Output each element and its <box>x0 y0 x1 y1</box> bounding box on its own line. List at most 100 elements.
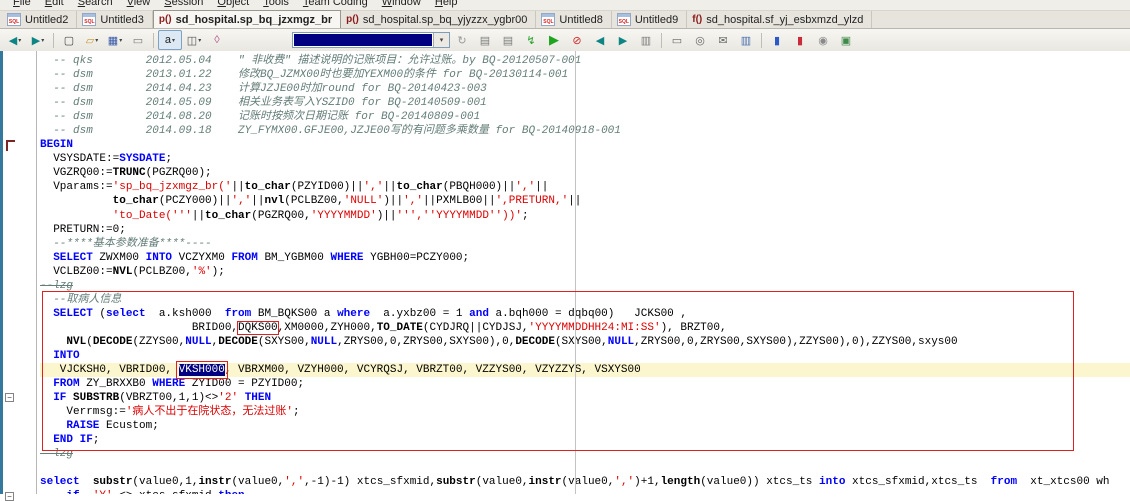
refresh-icon: ↻ <box>457 34 467 47</box>
menu-item-window[interactable]: Window <box>375 0 428 10</box>
code-token: ), BRZT00, <box>660 321 727 334</box>
printer-button[interactable]: ▭ <box>666 31 688 49</box>
code-token: <> xtcs_sfxmid <box>113 490 219 494</box>
code-token: to_char <box>244 181 291 194</box>
sql-recall-combobox[interactable]: ▾ <box>292 32 450 48</box>
tab-sd_hospital.sp_bq_yjyzzx_ygbr00[interactable]: p() sd_hospital.sp_bq_yjyzzx_ygbr00 <box>341 11 537 28</box>
team-browser-button[interactable]: ▣ <box>835 31 857 49</box>
menu-item-file[interactable]: File <box>6 0 38 10</box>
back-button[interactable]: ◀ ▾ <box>4 31 26 49</box>
tab-label: Untitled8 <box>559 13 603 26</box>
toolbar-separator <box>661 32 662 48</box>
new-file-icon: ▢ <box>63 34 75 47</box>
tab-sd_hospital.sp_bq_jzxmgz_br[interactable]: p() sd_hospital.sp_bq_jzxmgz_br <box>152 10 342 28</box>
code-token: )|| <box>376 209 397 222</box>
menu-item-tools[interactable]: Tools <box>256 0 296 10</box>
menu-item-session[interactable]: Session <box>157 0 210 10</box>
clear-button[interactable]: ◊ <box>206 31 228 49</box>
team-lock-icon: ◉ <box>818 34 828 47</box>
code-line: --取病人信息 <box>40 293 1130 307</box>
code-token: ',' <box>403 195 423 208</box>
execute-icon: ▶ <box>549 32 559 47</box>
refresh-button[interactable]: ↻ <box>451 31 473 49</box>
describe-button[interactable]: ▤ <box>474 31 496 49</box>
email-icon: ✉ <box>718 34 728 47</box>
menu-item-team-coding[interactable]: Team Coding <box>296 0 375 10</box>
dropdown-caret-icon: ▾ <box>172 37 176 44</box>
code-token: ,-1)-1) xtcs_sfxmid, <box>304 476 437 489</box>
team-checkout-button[interactable]: ▮ <box>766 31 788 49</box>
code-token: VJCKSH0, VBRID00, <box>40 364 179 377</box>
forward-icon: ▶ <box>31 34 41 47</box>
save-button[interactable]: ▦ ▾ <box>104 31 126 49</box>
code-token: (PBQH000)|| <box>442 181 516 194</box>
tab-untitled3[interactable]: SQL Untitled3 <box>77 11 153 28</box>
code-line: Verrmsg:='病人不出于在院状态，无法过账'; <box>40 405 1130 419</box>
tab-label: Untitled9 <box>634 13 679 26</box>
code-token: ; <box>92 434 100 447</box>
menu-item-view[interactable]: View <box>120 0 158 10</box>
stop-button[interactable]: ⊘ <box>566 31 588 49</box>
dropdown-caret-icon: ▾ <box>95 37 99 44</box>
code-token: INTO <box>145 251 173 264</box>
team-lock-button[interactable]: ◉ <box>812 31 834 49</box>
tab-untitled8[interactable]: SQL Untitled8 <box>536 11 612 28</box>
execute-button[interactable]: ▶ <box>543 31 565 49</box>
print-preview-button[interactable]: ◎ <box>689 31 711 49</box>
code-token: ( <box>86 335 93 348</box>
highlight-toggle-button[interactable]: a ▾ <box>158 30 182 50</box>
new-file-button[interactable]: ▢ <box>58 31 80 49</box>
window-layout-button[interactable]: ◫ ▾ <box>183 31 205 49</box>
code-token: (SXYS00, <box>257 335 311 348</box>
menu-item-help[interactable]: Help <box>428 0 465 10</box>
email-button[interactable]: ✉ <box>712 31 734 49</box>
code-line: BEGIN <box>40 138 1130 152</box>
menu-item-edit[interactable]: Edit <box>38 0 71 10</box>
combobox-selected-text <box>294 34 432 46</box>
script-button[interactable]: ▤ <box>497 31 519 49</box>
code-token: instr <box>198 476 232 489</box>
open-file-button[interactable]: ▱ ▾ <box>81 31 103 49</box>
menu-item-object[interactable]: Object <box>210 0 256 10</box>
next-statement-button[interactable]: ▶ <box>612 31 634 49</box>
script-icon: ▤ <box>502 34 514 47</box>
code-token: Verrmsg:= <box>40 406 126 419</box>
compile-button[interactable]: ▥ <box>635 31 657 49</box>
editor-gutter[interactable]: − − <box>3 51 37 501</box>
sql-file-icon: SQL <box>616 13 631 26</box>
tab-label: sd_hospital.sf_yj_esbxmzd_ylzd <box>706 13 864 26</box>
print-button[interactable]: ▭ <box>127 31 149 49</box>
forward-button[interactable]: ▶ ▾ <box>27 31 49 49</box>
export-button[interactable]: ▥ <box>735 31 757 49</box>
tab-sd_hospital.sf_yj_esbxmzd_ylzd[interactable]: f() sd_hospital.sf_yj_esbxmzd_ylzd <box>687 11 873 28</box>
menu-item-search[interactable]: Search <box>71 0 120 10</box>
code-line: SELECT ZWXM00 INTO VCZYXM0 FROM BM_YGBM0… <box>40 251 1130 265</box>
fold-collapse-icon[interactable]: − <box>5 393 14 402</box>
code-token: TO_DATE <box>376 321 423 334</box>
team-checkin-button[interactable]: ▮ <box>789 31 811 49</box>
code-editor[interactable]: − − -- qks 2012.05.04 " 非收费" 描述说明的记账项目：允许… <box>0 51 1130 501</box>
code-token: ZWXM00 <box>92 251 146 264</box>
code-token: ,ZRYS00,0,ZRYS00,SXYS00),0, <box>337 335 516 348</box>
code-line: END IF; <box>40 433 1130 447</box>
code-token: )+1, <box>634 476 661 489</box>
procedure-icon: p() <box>346 14 359 25</box>
code-token: FROM <box>53 378 80 391</box>
previous-statement-button[interactable]: ◀ <box>589 31 611 49</box>
code-token: 'to_Date(''' <box>112 209 192 222</box>
code-token: ',' <box>284 476 305 489</box>
combobox-dropdown-arrow-icon[interactable]: ▾ <box>433 33 449 47</box>
fold-collapse-icon[interactable]: − <box>5 492 14 501</box>
code-area[interactable]: -- qks 2012.05.04 " 非收费" 描述说明的记账项目：允许过账。… <box>37 51 1130 494</box>
print-icon: ▭ <box>132 34 144 47</box>
run-script-button[interactable]: ↯ <box>520 31 542 49</box>
tab-untitled9[interactable]: SQL Untitled9 <box>612 11 688 28</box>
tab-untitled2[interactable]: SQL Untitled2 <box>2 11 78 28</box>
code-token: length <box>660 476 701 489</box>
